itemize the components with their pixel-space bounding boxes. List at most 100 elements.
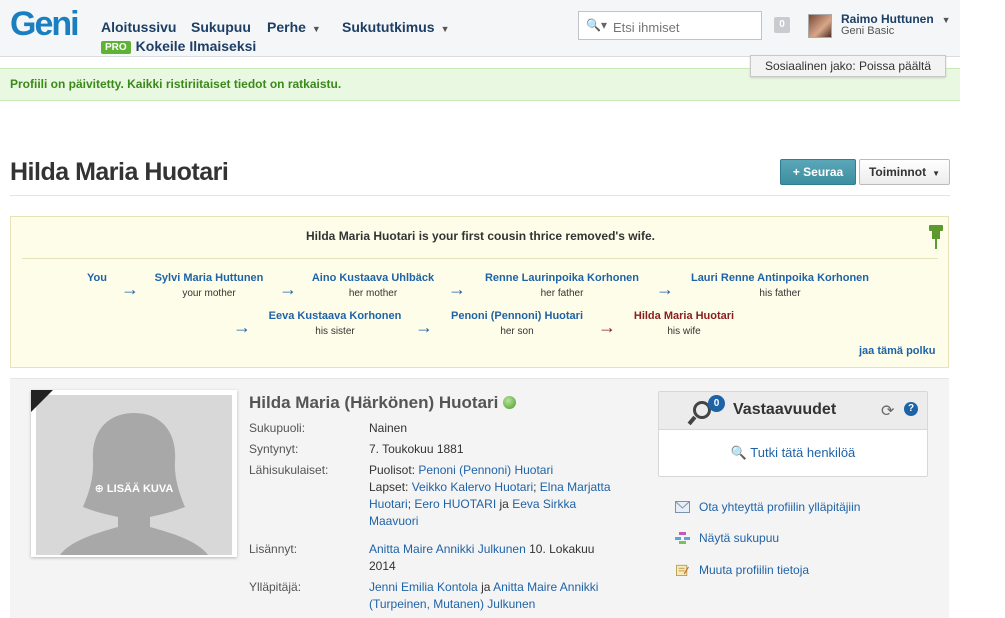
search-icon[interactable]: 🔍▾ [586, 18, 607, 32]
refresh-icon[interactable]: ⟳ [881, 401, 894, 421]
chevron-down-icon: ▼ [440, 24, 450, 34]
action-label: Muuta profiilin tietoja [699, 563, 810, 577]
nav-item-family-tree[interactable]: Sukupuu [191, 19, 251, 35]
profile-photo-placeholder[interactable]: ⊕ LISÄÄ KUVA [36, 395, 232, 555]
social-sharing-tooltip: Sosiaalinen jako: Poissa päältä [750, 55, 946, 77]
manager-link[interactable]: Jenni Emilia Kontola [369, 580, 478, 594]
search-input[interactable] [611, 16, 760, 38]
matches-header: 0 Vastaavuudet ⟳ ? [659, 392, 927, 430]
globe-icon[interactable] [503, 396, 517, 409]
path-person-name[interactable]: Sylvi Maria Huttunen [124, 272, 294, 284]
managers-value: Jenni Emilia Kontola ja Anitta Maire Ann… [369, 579, 624, 613]
added-by-value: Anitta Maire Annikki Julkunen 10. Lokaku… [369, 541, 609, 575]
path-person[interactable]: Renne Laurinpoika Korhonen her father [477, 272, 647, 299]
gender-value: Nainen [369, 421, 408, 435]
profile-full-name: Hilda Maria (Härkönen) Huotari [249, 393, 517, 413]
path-person-role: your mother [182, 288, 236, 299]
nav-label: Perhe [267, 19, 306, 35]
child-link[interactable]: Veikko Kalervo Huotari [412, 480, 533, 494]
born-label: Syntynyt: [249, 442, 299, 456]
path-person-role: his father [759, 288, 801, 299]
search-icon: 🔍 [730, 445, 747, 460]
matches-count-badge[interactable]: 0 [708, 395, 725, 412]
path-person[interactable]: Lauri Renne Antinpoika Korhonen his fath… [680, 272, 880, 299]
added-by-link[interactable]: Anitta Maire Annikki Julkunen [369, 542, 526, 556]
path-person-name[interactable]: Renne Laurinpoika Korhonen [477, 272, 647, 284]
avatar[interactable] [808, 14, 832, 38]
path-person-role: her son [500, 326, 534, 337]
help-icon[interactable]: ? [904, 402, 918, 416]
divider [22, 258, 938, 259]
action-label: Ota yhteyttä profiilin ylläpitäjiin [699, 500, 861, 514]
search-box[interactable]: 🔍▾ [578, 11, 762, 40]
action-label: Näytä sukupuu [699, 531, 780, 545]
path-person-name[interactable]: Aino Kustaava Uhlbäck [288, 272, 458, 284]
arrow-right-icon: → [448, 279, 466, 299]
geni-logo[interactable]: Geni [10, 7, 80, 41]
arrow-right-icon: → [656, 279, 674, 299]
research-label: Tutki tätä henkilöä [750, 445, 856, 460]
path-person-name[interactable]: Penoni (Pennoni) Huotari [432, 310, 602, 322]
matches-panel: 0 Vastaavuudet ⟳ ? 🔍 Tutki tätä henkilöä [658, 391, 928, 477]
add-photo-button[interactable]: ⊕ LISÄÄ KUVA [36, 482, 232, 495]
success-message: Profiili on päivitetty. Kaikki ristiriit… [10, 77, 342, 91]
pro-trial-link[interactable]: PRO Kokeile Ilmaiseksi [101, 38, 256, 54]
path-person-role: his wife [667, 326, 701, 337]
user-plan: Geni Basic [841, 25, 895, 37]
pro-badge: PRO [101, 41, 131, 54]
user-name: Raimo Huttunen [841, 12, 934, 26]
chevron-down-icon: ▼ [311, 24, 321, 34]
corner-ribbon [31, 390, 53, 412]
path-person[interactable]: Sylvi Maria Huttunen your mother [124, 272, 294, 299]
pro-trial-label: Kokeile Ilmaiseksi [135, 38, 257, 54]
path-person[interactable]: Penoni (Pennoni) Huotari her son [432, 310, 602, 337]
path-person-name[interactable]: Eeva Kustaava Korhonen [250, 310, 420, 322]
profile-photo-card[interactable]: ⊕ LISÄÄ KUVA [31, 390, 237, 557]
path-person-role: her mother [348, 288, 398, 299]
edit-icon [676, 564, 689, 576]
notification-count[interactable]: 0 [774, 17, 790, 33]
research-person-link[interactable]: 🔍 Tutki tätä henkilöä [659, 445, 927, 461]
path-person[interactable]: Eeva Kustaava Korhonen his sister [250, 310, 420, 337]
matches-title[interactable]: Vastaavuudet [733, 401, 836, 419]
path-person-current[interactable]: Hilda Maria Huotari his wife [599, 310, 769, 337]
arrow-right-icon: → [233, 317, 251, 337]
nav-item-family[interactable]: Perhe ▼ [267, 19, 321, 35]
spouse-link[interactable]: Penoni (Pennoni) Huotari [418, 463, 553, 477]
relationship-headline: Hilda Maria Huotari is your first cousin… [306, 229, 655, 243]
actions-dropdown[interactable]: Toiminnot ▼ [859, 159, 950, 185]
chevron-down-icon: ▼ [941, 15, 951, 25]
spouses-prefix: Puolisot: [369, 463, 416, 477]
chevron-down-icon: ▼ [932, 169, 940, 178]
view-tree-link[interactable]: Näytä sukupuu [675, 531, 779, 545]
divider [10, 195, 950, 196]
follow-button[interactable]: + Seuraa [780, 159, 856, 185]
path-person-role: his sister [315, 326, 355, 337]
children-prefix: Lapset: [369, 480, 409, 494]
relationship-path: Hilda Maria Huotari is your first cousin… [10, 216, 949, 368]
edit-profile-link[interactable]: Muuta profiilin tietoja [675, 563, 809, 577]
child-link[interactable]: Eero HUOTARI [414, 497, 496, 511]
nav-label: Sukupuu [191, 19, 251, 35]
path-person-name[interactable]: Lauri Renne Antinpoika Korhonen [680, 272, 880, 284]
path-person[interactable]: Aino Kustaava Uhlbäck her mother [288, 272, 458, 299]
born-value: 7. Toukokuu 1881 [369, 442, 464, 456]
relatives-label: Lähisukulaiset: [249, 463, 329, 477]
nav-item-research[interactable]: Sukututkimus ▼ [342, 19, 450, 35]
arrow-right-icon: → [415, 317, 433, 337]
share-path-link[interactable]: jaa tämä polku [859, 345, 935, 357]
top-bar: Geni Aloitussivu Sukupuu Perhe ▼ Sukututk… [0, 0, 960, 57]
nav-item-home[interactable]: Aloitussivu [101, 19, 176, 35]
profile-name-text: Hilda Maria (Härkönen) Huotari [249, 393, 499, 412]
conjunction: ja [499, 497, 509, 511]
user-menu[interactable]: Raimo Huttunen ▼ [841, 12, 951, 26]
path-person-name: Hilda Maria Huotari [633, 310, 735, 322]
contact-managers-link[interactable]: Ota yhteyttä profiilin ylläpitäjiin [675, 500, 860, 514]
plus-circle-icon: ⊕ [94, 483, 104, 495]
pin-icon[interactable] [929, 225, 943, 249]
relatives-value: Puolisot: Penoni (Pennoni) Huotari Lapse… [369, 463, 611, 528]
nav-label: Sukututkimus [342, 19, 435, 35]
gender-label: Sukupuoli: [249, 421, 306, 435]
path-person-role: her father [540, 288, 584, 299]
actions-label: Toiminnot [868, 165, 927, 179]
